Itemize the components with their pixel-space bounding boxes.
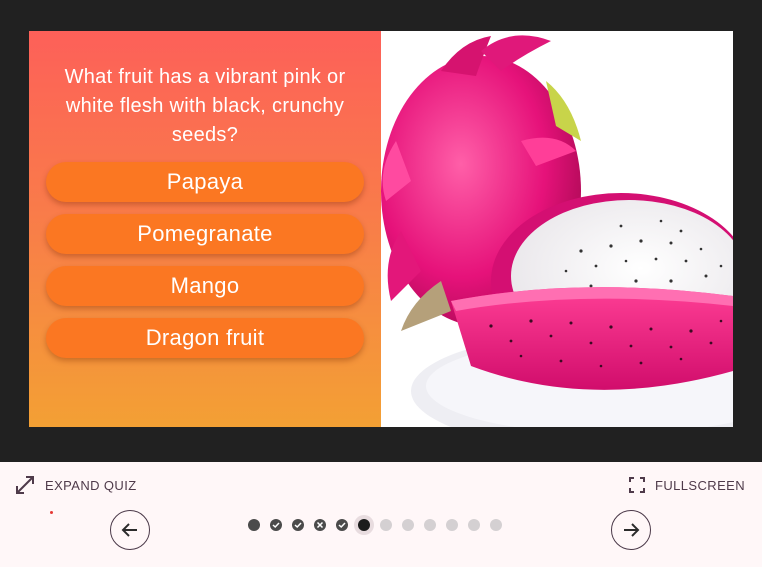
expand-icon <box>16 476 34 494</box>
progress-dot-8[interactable] <box>402 519 414 531</box>
answer-option-mango[interactable]: Mango <box>46 266 364 306</box>
arrow-right-icon <box>624 523 640 537</box>
previous-question-button[interactable] <box>110 510 150 550</box>
progress-dot-9[interactable] <box>424 519 436 531</box>
answer-option-dragon-fruit[interactable]: Dragon fruit <box>46 318 364 358</box>
expand-quiz-label: EXPAND QUIZ <box>45 477 137 493</box>
progress-dot-6-current[interactable] <box>358 519 370 531</box>
question-panel: What fruit has a vibrant pink or white f… <box>29 31 381 427</box>
question-text: What fruit has a vibrant pink or white f… <box>64 66 346 146</box>
answer-option-papaya[interactable]: Papaya <box>46 162 364 202</box>
progress-dot-11[interactable] <box>468 519 480 531</box>
fullscreen-icon <box>629 477 646 493</box>
answer-option-pomegranate[interactable]: Pomegranate <box>46 214 364 254</box>
quiz-stage: What fruit has a vibrant pink or white f… <box>0 0 762 462</box>
progress-dot-5[interactable] <box>336 519 348 531</box>
cross-icon <box>316 521 324 529</box>
progress-dot-3[interactable] <box>292 519 304 531</box>
notification-dot <box>50 511 53 514</box>
check-icon <box>272 522 280 529</box>
progress-dot-12[interactable] <box>490 519 502 531</box>
progress-dots <box>248 519 502 531</box>
answer-list: Papaya Pomegranate Mango Dragon fruit <box>46 162 364 358</box>
quiz-card: What fruit has a vibrant pink or white f… <box>29 31 733 427</box>
check-icon <box>338 522 346 529</box>
quiz-controls-bar: EXPAND QUIZ FULLSCREEN <box>0 462 762 567</box>
fullscreen-button[interactable]: FULLSCREEN <box>629 473 745 497</box>
question-image <box>381 31 733 427</box>
progress-dot-2[interactable] <box>270 519 282 531</box>
progress-dot-7[interactable] <box>380 519 392 531</box>
progress-dot-10[interactable] <box>446 519 458 531</box>
progress-dot-4[interactable] <box>314 519 326 531</box>
dragon-fruit-illustration <box>381 31 733 427</box>
check-icon <box>294 522 302 529</box>
expand-quiz-button[interactable]: EXPAND QUIZ <box>15 473 137 497</box>
next-question-button[interactable] <box>611 510 651 550</box>
fullscreen-label: FULLSCREEN <box>655 477 745 493</box>
arrow-left-icon <box>121 523 137 537</box>
progress-dot-1[interactable] <box>248 519 260 531</box>
